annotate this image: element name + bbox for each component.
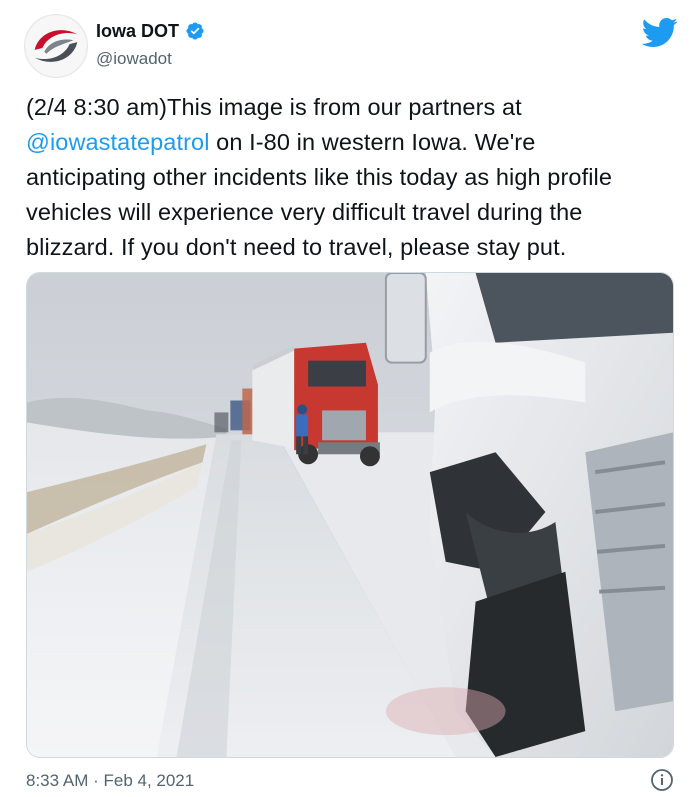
info-icon[interactable] — [650, 768, 674, 792]
tweet-text-segment: anticipating other incidents like this t… — [26, 164, 613, 190]
tweet-text-line: vehicles will experience very difficult … — [26, 195, 676, 230]
twitter-bird-icon[interactable] — [642, 14, 678, 50]
avatar[interactable] — [24, 14, 88, 78]
tweet-text: (2/4 8:30 am)This image is from our part… — [26, 90, 676, 265]
tweet-text-segment: (2/4 8:30 am)This image is from our part… — [26, 94, 522, 120]
account-handle[interactable]: @iowadot — [96, 48, 172, 70]
tweet-card: Iowa DOT @iowadot (2/4 8:30 am)This imag… — [0, 0, 700, 797]
tweet-text-line: blizzard. If you don't need to travel, p… — [26, 230, 676, 265]
iowa-dot-logo-icon — [25, 15, 87, 77]
photo-icon — [27, 273, 673, 757]
tweet-text-segment: vehicles will experience very difficult … — [26, 199, 583, 225]
tweet-text-line: (2/4 8:30 am)This image is from our part… — [26, 90, 676, 125]
mention-link[interactable]: @iowastatepatrol — [26, 129, 210, 155]
tweet-text-line: @iowastatepatrol on I-80 in western Iowa… — [26, 125, 676, 160]
verified-badge-icon — [186, 22, 204, 40]
display-name[interactable]: Iowa DOT — [96, 20, 179, 42]
author-name-row: Iowa DOT — [96, 20, 205, 42]
tweet-text-segment: blizzard. If you don't need to travel, p… — [26, 234, 567, 260]
tweet-text-segment: on I-80 in western Iowa. We're — [209, 129, 536, 155]
tweet-photo[interactable] — [26, 272, 674, 758]
tweet-text-line: anticipating other incidents like this t… — [26, 160, 676, 195]
tweet-timestamp[interactable]: 8:33 AM · Feb 4, 2021 — [26, 770, 194, 792]
